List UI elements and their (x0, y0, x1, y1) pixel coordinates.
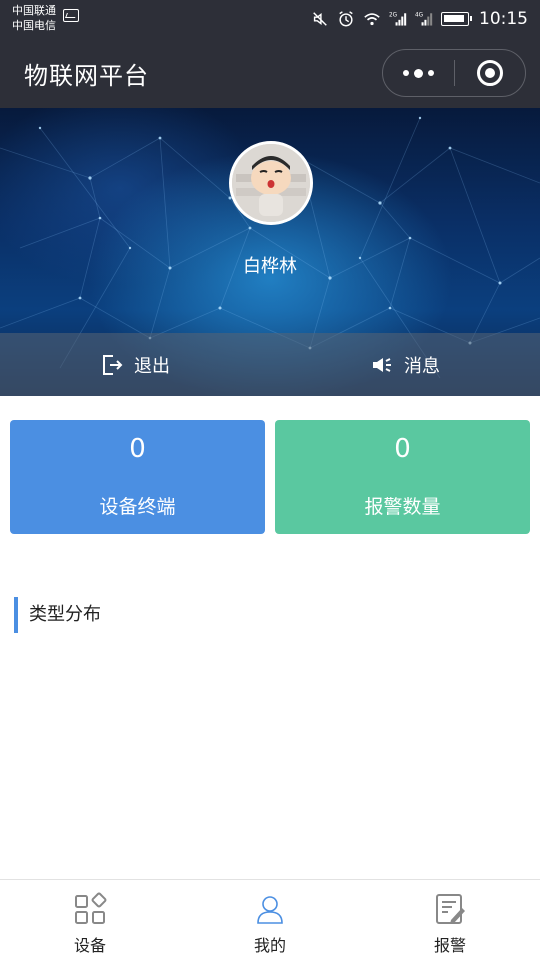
alarm-count-label: 报警数量 (364, 496, 441, 518)
alarm-count: 0 (394, 434, 411, 464)
user-name: 白桦林 (243, 256, 297, 277)
signal-icon: 2G (389, 13, 407, 26)
carrier-2: 中国电信 (12, 19, 56, 32)
section-title: 类型分布 (14, 597, 101, 633)
target-close-icon (476, 60, 503, 86)
clock: 10:15 (479, 9, 528, 29)
logout-icon (103, 354, 123, 375)
signal-icon: 4G (415, 13, 433, 26)
alarm-count-card[interactable]: 0 报警数量 (275, 420, 530, 534)
carrier-info: 中国联通 中国电信 (12, 3, 56, 33)
tab-alarms-label: 报警 (433, 936, 466, 955)
tab-bar: 设备 我的 报警 (0, 879, 540, 960)
battery-icon (441, 12, 472, 26)
logout-button[interactable]: 退出 (0, 333, 270, 396)
avatar[interactable] (229, 141, 313, 225)
more-dots-icon (413, 68, 423, 78)
user-icon (257, 896, 283, 924)
signal-2-label: 4G (415, 13, 423, 19)
mute-icon (313, 12, 327, 26)
messages-button[interactable]: 消息 (270, 333, 540, 396)
status-bar: 中国联通 中国电信 2G 4G 10:15 (0, 0, 540, 38)
mini-program-capsule (382, 49, 526, 97)
logout-label: 退出 (134, 355, 170, 377)
status-icons: 2G 4G 10:15 (311, 8, 528, 30)
grid-icon (75, 892, 107, 924)
speaker-icon (373, 357, 391, 372)
close-mini-program-button[interactable] (455, 50, 526, 96)
wifi-icon (364, 13, 380, 26)
avatar-image (232, 144, 310, 222)
more-button[interactable] (383, 50, 454, 96)
device-count: 0 (129, 434, 146, 464)
signal-1-label: 2G (389, 13, 397, 19)
more-dots-icon (402, 70, 409, 76)
navigation-bar: 物联网平台 (0, 38, 540, 108)
device-terminal-card[interactable]: 0 设备终端 (10, 420, 265, 534)
alarm-icon (339, 11, 353, 27)
tab-mine[interactable]: 我的 (180, 880, 360, 960)
edit-document-icon (436, 894, 465, 924)
profile-banner: 白桦林 退出 消息 (0, 108, 540, 396)
messages-label: 消息 (404, 355, 440, 377)
profile-actions: 退出 消息 (0, 333, 540, 396)
tab-devices[interactable]: 设备 (0, 880, 180, 960)
tab-devices-label: 设备 (73, 936, 106, 955)
page-title: 物联网平台 (24, 62, 149, 90)
activity-icon (63, 9, 79, 22)
tab-alarms[interactable]: 报警 (360, 880, 540, 960)
carrier-1: 中国联通 (12, 4, 56, 17)
more-dots-icon (427, 70, 434, 76)
tab-mine-label: 我的 (253, 936, 286, 955)
device-count-label: 设备终端 (99, 496, 176, 518)
